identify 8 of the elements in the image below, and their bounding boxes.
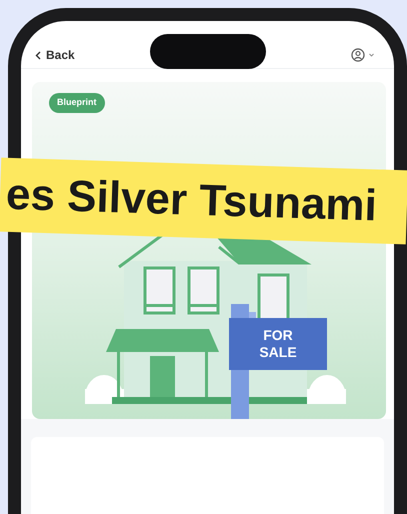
account-menu-button[interactable] xyxy=(351,48,374,62)
category-badge: Blueprint xyxy=(49,93,104,112)
banner-headline: es Silver Tsunami xyxy=(5,168,378,232)
chevron-left-icon xyxy=(35,50,41,60)
for-sale-sign: FOR SALE xyxy=(229,318,327,370)
back-button[interactable]: Back xyxy=(35,46,75,64)
caret-icon xyxy=(369,53,374,57)
user-icon xyxy=(351,48,365,62)
